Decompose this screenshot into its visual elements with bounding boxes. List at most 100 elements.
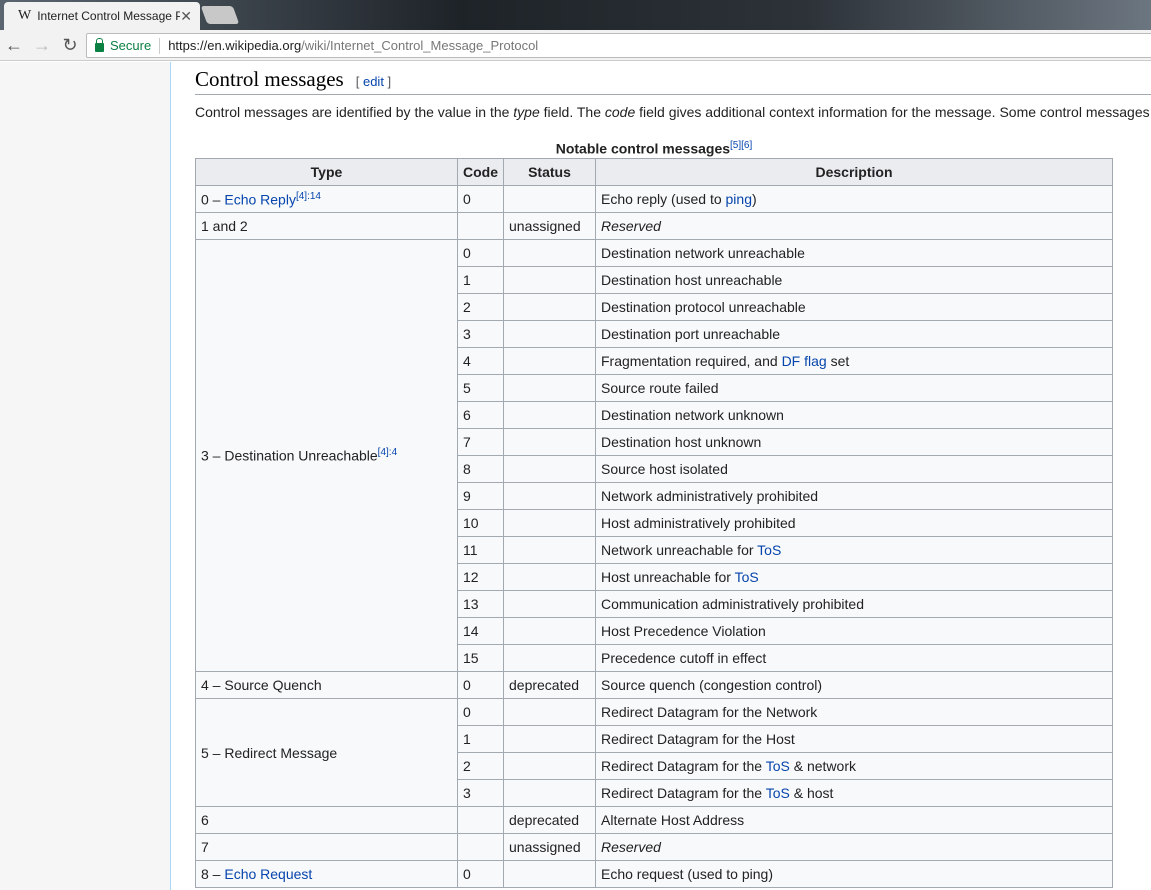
description-text: Redirect Datagram for the xyxy=(601,758,766,774)
code-cell: 11 xyxy=(457,536,504,564)
code-cell: 1 xyxy=(457,266,504,294)
type-link[interactable]: Echo Reply xyxy=(224,191,296,207)
type-text: 7 xyxy=(201,839,209,855)
description-cell: Network administratively prohibited xyxy=(595,482,1113,510)
description-text: set xyxy=(826,353,850,369)
code-cell: 5 xyxy=(457,374,504,402)
code-cell xyxy=(457,212,504,240)
code-cell: 12 xyxy=(457,563,504,591)
reference-link[interactable]: [4]:14 xyxy=(296,191,321,202)
type-text: 5 – Redirect Message xyxy=(201,744,338,761)
wikipedia-favicon-icon: W xyxy=(18,8,32,23)
status-cell xyxy=(503,266,596,294)
code-cell: 10 xyxy=(457,509,504,537)
code-cell: 2 xyxy=(457,293,504,321)
description-cell: Host Precedence Violation xyxy=(595,617,1113,645)
status-cell xyxy=(503,536,596,564)
description-link[interactable]: DF flag xyxy=(782,353,827,369)
lock-icon xyxy=(95,38,104,52)
status-cell xyxy=(503,320,596,348)
description-text: Echo request (used to ping) xyxy=(601,866,773,882)
table-row: 0 – Echo Reply[4]:14 0 Echo reply (used to… xyxy=(195,185,1113,213)
description-text: Fragmentation required, and xyxy=(601,353,782,369)
status-cell xyxy=(503,752,596,780)
description-text: Reserved xyxy=(601,839,661,855)
type-text: 8 – xyxy=(201,866,225,882)
type-cell: 5 – Redirect Message xyxy=(195,698,458,807)
status-cell xyxy=(503,347,596,375)
type-text: 1 and 2 xyxy=(201,218,248,234)
intro-paragraph: Control messages are identified by the v… xyxy=(195,104,1151,124)
code-cell: 3 xyxy=(457,320,504,348)
description-text: Precedence cutoff in effect xyxy=(601,650,767,666)
forward-icon[interactable]: → xyxy=(28,35,56,56)
new-tab-button[interactable] xyxy=(200,6,240,24)
close-tab-icon[interactable]: ✕ xyxy=(180,8,192,25)
secure-label: Secure xyxy=(110,38,152,53)
description-cell: Destination protocol unreachable xyxy=(595,293,1113,321)
status-cell: deprecated xyxy=(503,671,596,699)
header-description: Description xyxy=(595,158,1113,186)
description-cell: Communication administratively prohibite… xyxy=(595,590,1113,618)
code-cell: 0 xyxy=(457,698,504,726)
status-cell xyxy=(503,482,596,510)
status-cell xyxy=(503,698,596,726)
reference-link[interactable]: [4]:4 xyxy=(378,447,397,458)
status-cell xyxy=(503,563,596,591)
section-heading: Control messages [ edit ] xyxy=(195,62,1151,95)
description-text: Host Precedence Violation xyxy=(601,623,766,639)
code-cell: 8 xyxy=(457,455,504,483)
status-cell xyxy=(503,779,596,807)
status-cell xyxy=(503,293,596,321)
divider xyxy=(159,37,161,54)
edit-link[interactable]: edit xyxy=(363,74,384,89)
status-cell xyxy=(503,401,596,429)
section-title: Control messages xyxy=(195,67,344,91)
status-cell xyxy=(503,860,596,888)
description-cell: Destination network unknown xyxy=(595,401,1113,429)
description-cell: Source host isolated xyxy=(595,455,1113,483)
tab-active[interactable]: W Internet Control Message Protocol ✕ xyxy=(4,2,200,30)
intro-text: Control messages are identified by the v… xyxy=(195,104,514,120)
code-cell: 0 xyxy=(457,239,504,267)
status-cell: unassigned xyxy=(503,212,596,240)
description-cell: Fragmentation required, and DF flag set xyxy=(595,347,1113,375)
type-text: 4 – Source Quench xyxy=(201,677,322,693)
description-link[interactable]: ToS xyxy=(735,569,759,585)
description-text: Destination host unknown xyxy=(601,434,762,450)
intro-text: type xyxy=(513,104,540,120)
table-row: 1 and 2 unassigned Reserved xyxy=(195,212,1113,240)
type-cell: 1 and 2 xyxy=(195,212,458,240)
description-text: Host unreachable for xyxy=(601,569,735,585)
description-text: Destination host unreachable xyxy=(601,272,783,288)
description-cell: Destination port unreachable xyxy=(595,320,1113,348)
status-cell xyxy=(503,590,596,618)
description-text: Network administratively prohibited xyxy=(601,488,819,504)
status-cell xyxy=(503,644,596,672)
description-text: Echo reply (used to xyxy=(601,191,726,207)
caption-refs[interactable]: [5][6] xyxy=(730,140,752,151)
description-link[interactable]: ToS xyxy=(766,758,790,774)
table-row: 5 – Redirect Message 0 Redirect Datagram f… xyxy=(195,698,1113,807)
back-icon[interactable]: ← xyxy=(0,35,28,56)
description-link[interactable]: ToS xyxy=(757,542,781,558)
code-cell: 2 xyxy=(457,752,504,780)
type-link[interactable]: Echo Request xyxy=(224,866,312,882)
table-header-row: Type Code Status Description xyxy=(195,158,1113,186)
status-cell: unassigned xyxy=(503,833,596,861)
description-cell: Host unreachable for ToS xyxy=(595,563,1113,591)
description-link[interactable]: ToS xyxy=(766,785,790,801)
address-bar[interactable]: Secure https://en.wikipedia.org/wiki/Int… xyxy=(86,33,1151,58)
code-cell: 0 xyxy=(457,671,504,699)
status-cell xyxy=(503,239,596,267)
code-cell: 3 xyxy=(457,779,504,807)
reload-icon[interactable]: ↻ xyxy=(56,35,84,56)
tab-bar: W Internet Control Message Protocol ✕ xyxy=(0,0,1151,30)
type-cell: 7 xyxy=(195,833,458,861)
description-cell: Redirect Datagram for the ToS & host xyxy=(595,779,1113,807)
description-link[interactable]: ping xyxy=(726,191,752,207)
code-cell: 0 xyxy=(457,185,504,213)
status-cell xyxy=(503,428,596,456)
table-row: 8 – Echo Request 0 Echo request (used to p… xyxy=(195,860,1113,888)
caption-text: Notable control messages xyxy=(555,140,731,157)
